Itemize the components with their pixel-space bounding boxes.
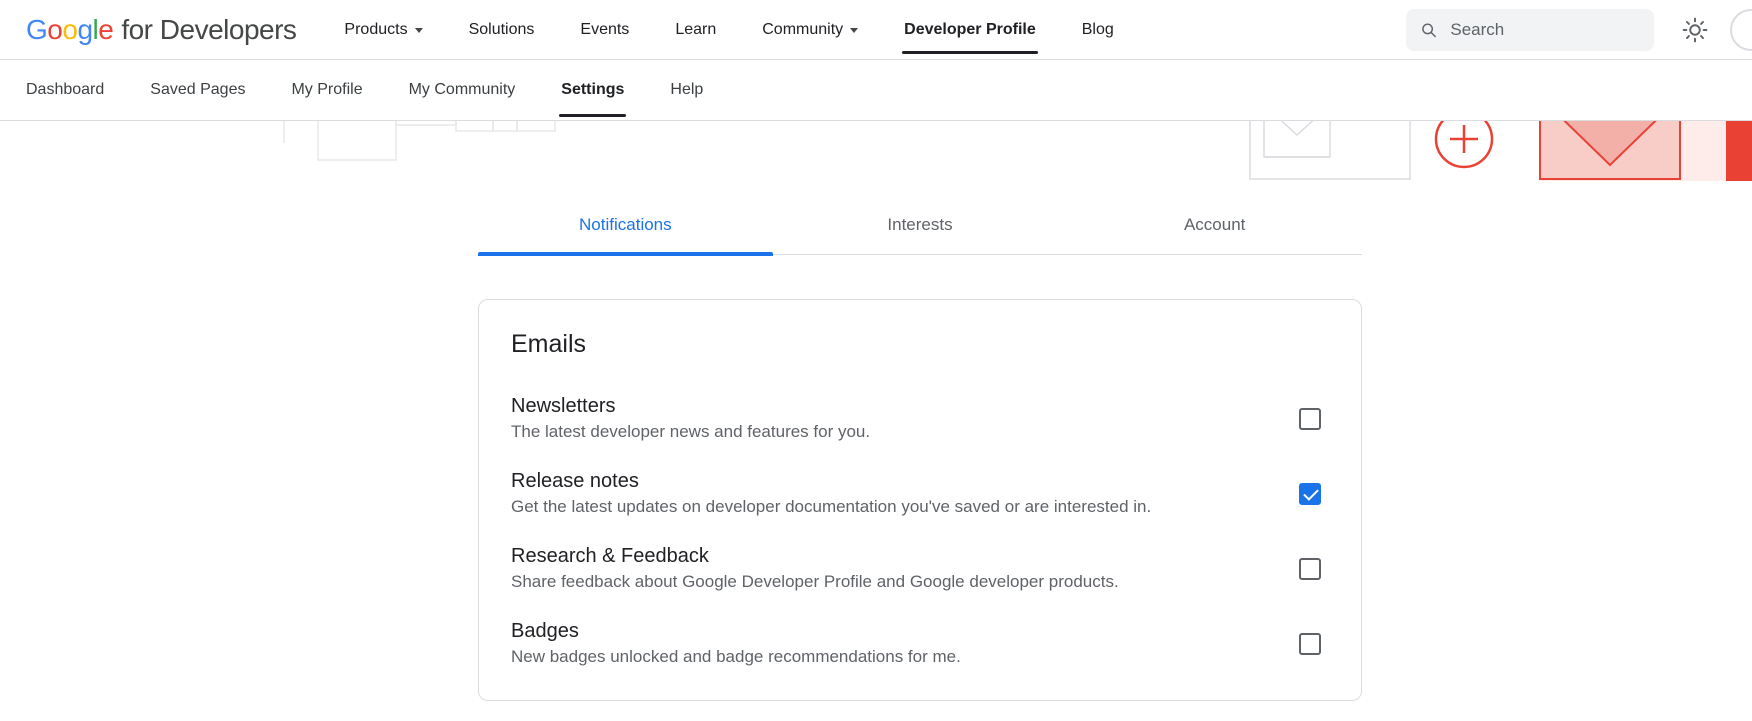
subnav-item-label: My Profile <box>291 81 362 99</box>
nav-item-blog[interactable]: Blog <box>1082 0 1114 59</box>
theme-toggle-button[interactable] <box>1682 17 1708 43</box>
gray-envelope-icon <box>1250 121 1410 179</box>
setting-description: Share feedback about Google Developer Pr… <box>511 572 1119 592</box>
setting-text: Badges New badges unlocked and badge rec… <box>511 620 961 667</box>
logo-suffix: for Developers <box>121 14 296 46</box>
newsletters-checkbox[interactable] <box>1299 408 1321 430</box>
nav-item-developer-profile[interactable]: Developer Profile <box>904 0 1036 59</box>
nav-item-label: Developer Profile <box>904 21 1036 39</box>
decorative-banner <box>0 121 1752 181</box>
top-header: Google for Developers Products Solutions… <box>0 0 1752 60</box>
setting-text: Research & Feedback Share feedback about… <box>511 545 1119 592</box>
primary-nav: Products Solutions Events Learn Communit… <box>344 0 1113 59</box>
badges-checkbox[interactable] <box>1299 633 1321 655</box>
nav-item-community[interactable]: Community <box>762 0 858 59</box>
chevron-down-icon <box>850 28 858 33</box>
subnav-item-label: Saved Pages <box>150 81 245 99</box>
subnav-item-help[interactable]: Help <box>670 60 703 120</box>
setting-title: Newsletters <box>511 395 870 418</box>
logo-letter: o <box>62 14 77 45</box>
nav-item-label: Events <box>580 21 629 39</box>
release-notes-checkbox[interactable] <box>1299 483 1321 505</box>
chevron-down-icon <box>415 28 423 33</box>
subnav-item-dashboard[interactable]: Dashboard <box>26 60 104 120</box>
banner-illustration <box>0 121 1752 181</box>
nav-item-label: Learn <box>675 21 716 39</box>
tab-account[interactable]: Account <box>1067 203 1362 254</box>
logo-letter: G <box>26 14 47 45</box>
profile-subnav: Dashboard Saved Pages My Profile My Comm… <box>0 60 1752 121</box>
search-box[interactable] <box>1406 9 1654 51</box>
nav-item-label: Community <box>762 21 843 39</box>
subnav-item-label: Settings <box>561 81 624 99</box>
setting-title: Badges <box>511 620 961 643</box>
subnav-item-label: Dashboard <box>26 81 104 99</box>
nav-item-label: Products <box>344 21 407 39</box>
research-feedback-checkbox[interactable] <box>1299 558 1321 580</box>
setting-description: The latest developer news and features f… <box>511 422 870 442</box>
subnav-item-label: My Community <box>409 81 516 99</box>
nav-item-label: Blog <box>1082 21 1114 39</box>
settings-tabs: Notifications Interests Account <box>478 203 1362 255</box>
logo-letter: o <box>47 14 62 45</box>
card-title: Emails <box>511 330 1329 359</box>
logo-letter: e <box>98 14 113 45</box>
tab-notifications[interactable]: Notifications <box>478 203 773 254</box>
nav-item-label: Solutions <box>469 21 535 39</box>
setting-row-badges: Badges New badges unlocked and badge rec… <box>511 620 1329 667</box>
search-input[interactable] <box>1448 19 1640 41</box>
subnav-item-settings[interactable]: Settings <box>561 60 624 120</box>
subnav-item-saved-pages[interactable]: Saved Pages <box>150 60 245 120</box>
setting-row-research-feedback: Research & Feedback Share feedback about… <box>511 545 1329 592</box>
subnav-item-my-community[interactable]: My Community <box>409 60 516 120</box>
nav-item-solutions[interactable]: Solutions <box>469 0 535 59</box>
logo-letter: g <box>77 14 92 45</box>
setting-row-newsletters: Newsletters The latest developer news an… <box>511 395 1329 442</box>
setting-title: Release notes <box>511 470 1151 493</box>
google-logo-brand: Google <box>26 14 113 46</box>
setting-text: Release notes Get the latest updates on … <box>511 470 1151 517</box>
plus-circle-icon <box>1436 121 1492 167</box>
google-developers-logo[interactable]: Google for Developers <box>26 14 296 46</box>
nav-item-products[interactable]: Products <box>344 0 422 59</box>
subnav-item-label: Help <box>670 81 703 99</box>
emails-card: Emails Newsletters The latest developer … <box>478 299 1362 701</box>
setting-text: Newsletters The latest developer news an… <box>511 395 870 442</box>
red-envelope-icon <box>1540 121 1680 179</box>
nav-item-events[interactable]: Events <box>580 0 629 59</box>
nav-item-learn[interactable]: Learn <box>675 0 716 59</box>
subnav-item-my-profile[interactable]: My Profile <box>291 60 362 120</box>
setting-description: New badges unlocked and badge recommenda… <box>511 647 961 667</box>
settings-content: Notifications Interests Account Emails N… <box>478 203 1362 701</box>
setting-row-release-notes: Release notes Get the latest updates on … <box>511 470 1329 517</box>
avatar[interactable] <box>1730 9 1752 51</box>
tab-interests[interactable]: Interests <box>773 203 1068 254</box>
setting-description: Get the latest updates on developer docu… <box>511 497 1151 517</box>
setting-title: Research & Feedback <box>511 545 1119 568</box>
search-icon <box>1420 20 1437 40</box>
sun-icon <box>1682 17 1708 43</box>
